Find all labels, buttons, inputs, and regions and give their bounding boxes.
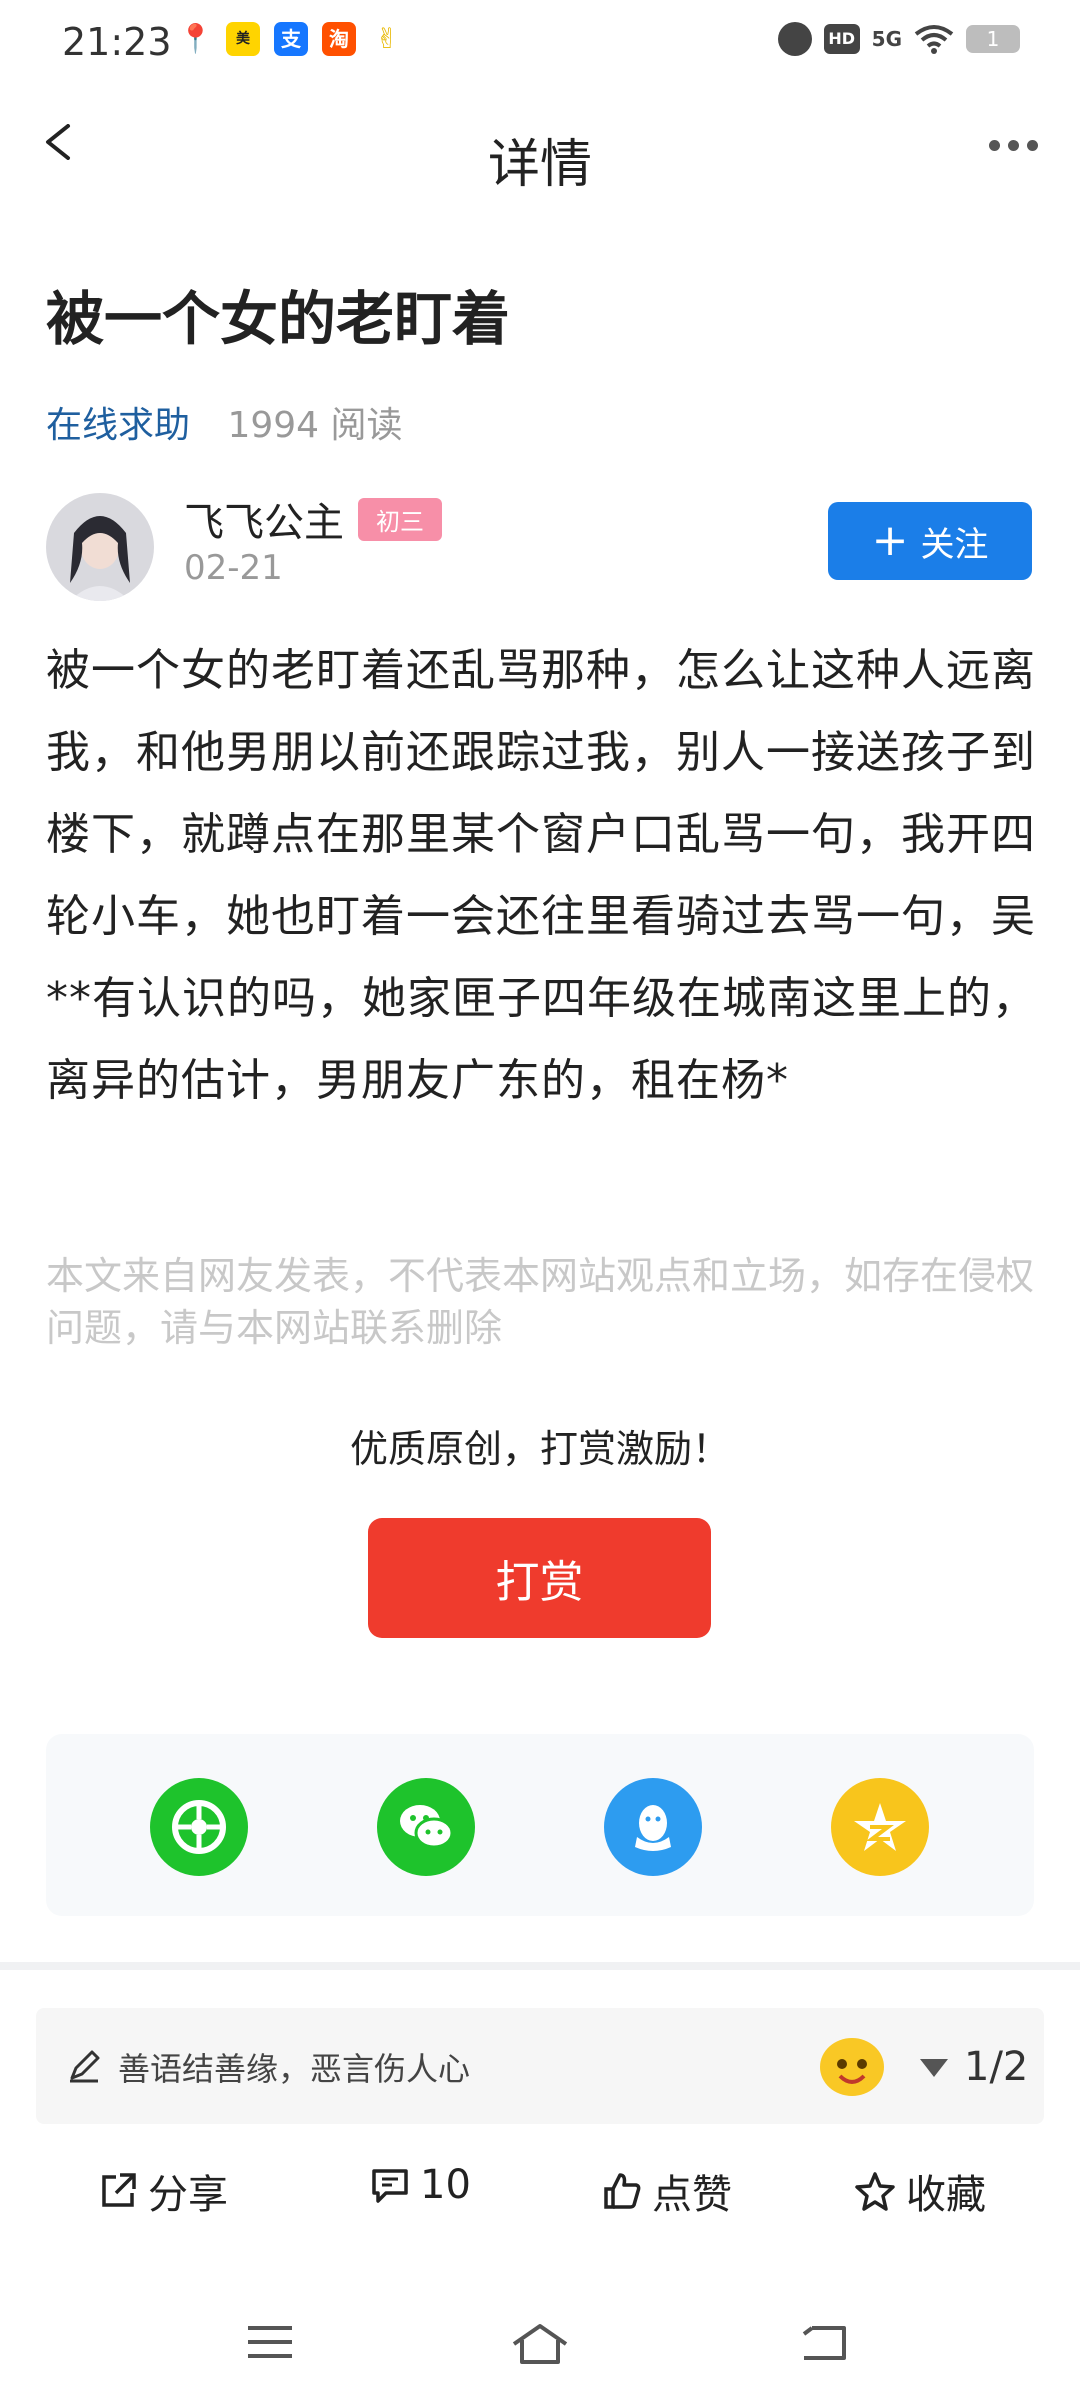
comment-action[interactable]: 10	[370, 2162, 471, 2208]
meituan-icon: 美	[226, 22, 260, 56]
qzone-icon[interactable]	[831, 1778, 929, 1876]
pen-icon	[70, 2050, 100, 2083]
like-action[interactable]: 点赞	[602, 2162, 732, 2220]
map-pin-icon: 📍	[178, 22, 213, 56]
emoji-icon[interactable]	[820, 2038, 884, 2096]
follow-label: 关注	[920, 524, 989, 565]
back-nav-icon[interactable]	[800, 2322, 848, 2362]
reward-button[interactable]: 打赏	[368, 1518, 711, 1638]
thumbs-up-icon	[604, 2173, 641, 2209]
author-row: 飞飞公主 初三	[184, 490, 442, 548]
post-meta: 在线求助 1994 阅读	[46, 396, 403, 448]
author-name[interactable]: 飞飞公主	[184, 490, 344, 548]
grade-badge: 初三	[358, 497, 442, 541]
signal-icon: 5G	[871, 27, 902, 51]
status-indicators: HD 5G 1	[777, 22, 1020, 56]
wechat-icon[interactable]	[377, 1778, 475, 1876]
mascot-icon: ✌	[370, 22, 404, 56]
status-app-icons: 📍 美 支 淘 ✌	[178, 22, 404, 56]
comment-count: 10	[420, 2162, 471, 2208]
plus-icon: +	[871, 515, 909, 566]
more-icon[interactable]	[989, 140, 1038, 151]
post-date: 02-21	[184, 548, 283, 588]
follow-button[interactable]: + 关注	[828, 502, 1032, 580]
disclaimer: 本文来自网友发表，不代表本网站观点和立场，如存在侵权问题，请与本网站联系删除	[46, 1254, 1035, 1350]
taobao-icon: 淘	[322, 22, 356, 56]
page-title: 详情	[487, 135, 592, 195]
comment-icon	[372, 2169, 408, 2203]
hd-icon: HD	[823, 24, 860, 54]
wifi-icon	[914, 25, 954, 54]
star-icon	[855, 2172, 895, 2211]
share-icon	[102, 2173, 136, 2207]
post-title: 被一个女的老盯着	[46, 285, 511, 353]
like-label: 点赞	[652, 2172, 732, 2218]
favorite-label: 收藏	[906, 2172, 986, 2218]
avatar[interactable]	[46, 493, 154, 601]
post-body: 被一个女的老盯着还乱骂那种，怎么让这种人远离我，和他男朋以前还跟踪过我，别人一接…	[46, 645, 1037, 1106]
reward-tip: 优质原创，打赏激励！	[349, 1427, 730, 1471]
share-label: 分享	[148, 2172, 228, 2218]
read-count: 1994 阅读	[227, 405, 403, 446]
home-icon[interactable]	[510, 2322, 570, 2366]
moments-icon[interactable]	[150, 1778, 248, 1876]
dropdown-triangle-icon[interactable]	[920, 2059, 948, 2077]
favorite-action[interactable]: 收藏	[854, 2162, 986, 2220]
share-action[interactable]: 分享	[98, 2162, 228, 2220]
comment-placeholder[interactable]: 善语结善缘，恶言伤人心	[118, 2044, 470, 2090]
menu-icon[interactable]	[246, 2322, 294, 2362]
battery-icon: 1	[966, 25, 1020, 53]
page-indicator[interactable]: 1/2	[964, 2044, 1028, 2090]
post-category[interactable]: 在线求助	[46, 405, 190, 446]
alarm-icon	[777, 22, 812, 56]
section-divider	[0, 1962, 1080, 1970]
status-time: 21:23	[62, 20, 172, 64]
alipay-icon: 支	[274, 22, 308, 56]
qq-icon[interactable]	[604, 1778, 702, 1876]
